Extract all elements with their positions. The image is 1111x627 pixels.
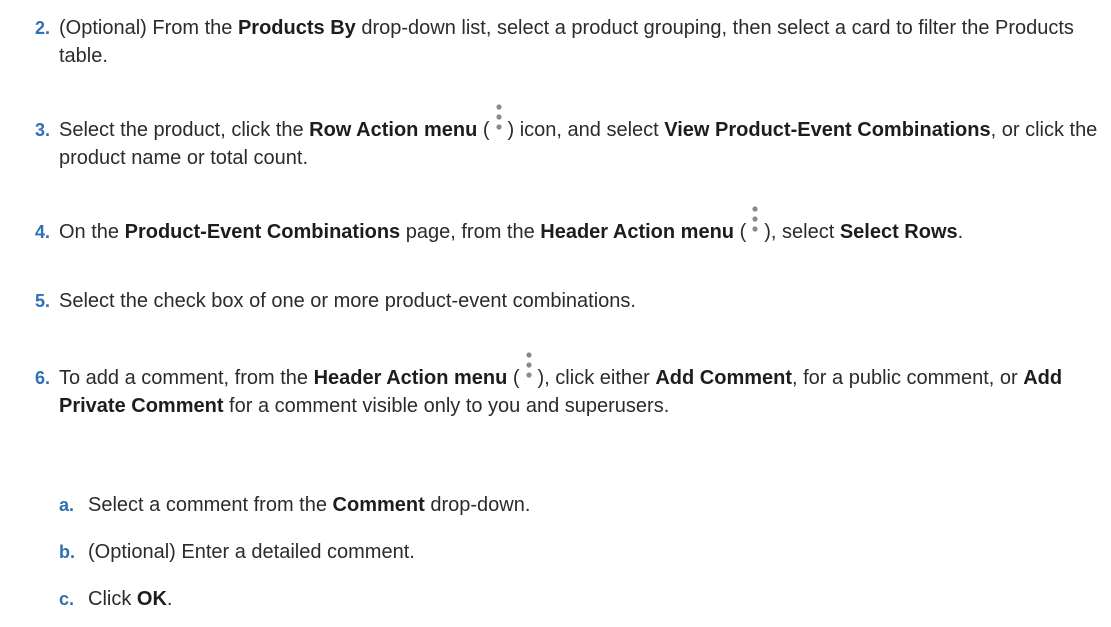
step-number: 6.: [35, 368, 51, 388]
text-run: On the: [59, 221, 125, 243]
text-run: (Optional) Enter a detailed comment.: [88, 541, 415, 563]
text-run: Select a comment from the: [88, 494, 333, 516]
ui-term: Select Rows: [839, 221, 958, 243]
text-run: .: [166, 588, 173, 610]
ui-term: Header Action menu: [313, 367, 508, 389]
text-run: .: [957, 221, 964, 243]
text-run: (: [477, 119, 490, 141]
ui-term: OK: [136, 588, 167, 610]
step-text: (Optional) From the Products By drop-dow…: [59, 14, 1100, 70]
text-run: Select the check box of one or more prod…: [59, 290, 636, 312]
step-5: 5. Select the check box of one or more p…: [0, 287, 1100, 315]
ui-term: Row Action menu: [309, 119, 478, 141]
kebab-menu-icon: [520, 343, 537, 391]
text-run: (: [507, 367, 520, 389]
text-run: , for a public comment, or: [792, 367, 1024, 389]
ui-term: Product-Event Combinations: [124, 221, 401, 243]
kebab-menu-icon: [747, 197, 764, 245]
substep-text: Click OK.: [88, 585, 1100, 613]
text-run: To add a comment, from the: [59, 367, 314, 389]
step-2: 2. (Optional) From the Products By drop-…: [0, 14, 1100, 70]
text-run: (Optional) From the: [59, 17, 238, 39]
text-run: (: [734, 221, 747, 243]
ui-term: Comment: [332, 494, 425, 516]
text-run: Select the product, click the: [59, 119, 310, 141]
substep-c: c. Click OK.: [0, 585, 1100, 613]
substep-b: b. (Optional) Enter a detailed comment.: [0, 538, 1100, 566]
step-4: 4. On the Product-Event Combinations pag…: [0, 197, 1100, 246]
substep-text: (Optional) Enter a detailed comment.: [88, 538, 1100, 566]
text-run: drop-down.: [424, 494, 531, 516]
step-text: On the Product-Event Combinations page, …: [59, 197, 1100, 246]
ui-term: View Product-Event Combinations: [664, 119, 991, 141]
step-number: 5.: [35, 291, 51, 311]
step-number: 3.: [35, 120, 51, 140]
step-text: Select the check box of one or more prod…: [59, 287, 1100, 315]
step-6: 6. To add a comment, from the Header Act…: [0, 343, 1100, 420]
step-text: To add a comment, from the Header Action…: [59, 343, 1100, 420]
step-text: Select the product, click the Row Action…: [59, 95, 1100, 172]
substep-letter: a.: [59, 495, 75, 515]
step-number: 4.: [35, 222, 51, 242]
text-run: ), click either: [537, 367, 656, 389]
substep-a: a. Select a comment from the Comment dro…: [0, 491, 1100, 519]
text-run: for a comment visible only to you and su…: [223, 395, 670, 417]
step-number: 2.: [35, 18, 51, 38]
substep-letter: b.: [59, 542, 75, 562]
text-run: ), select: [764, 221, 840, 243]
ui-term: Header Action menu: [540, 221, 735, 243]
step-3: 3. Select the product, click the Row Act…: [0, 95, 1100, 172]
substep-letter: c.: [59, 589, 75, 609]
text-run: ) icon, and select: [507, 119, 665, 141]
ui-term: Products By: [237, 17, 356, 39]
substep-text: Select a comment from the Comment drop-d…: [88, 491, 1100, 519]
kebab-menu-icon: [490, 95, 507, 143]
ui-term: Add Comment: [655, 367, 793, 389]
text-run: page, from the: [400, 221, 541, 243]
text-run: Click: [88, 588, 137, 610]
